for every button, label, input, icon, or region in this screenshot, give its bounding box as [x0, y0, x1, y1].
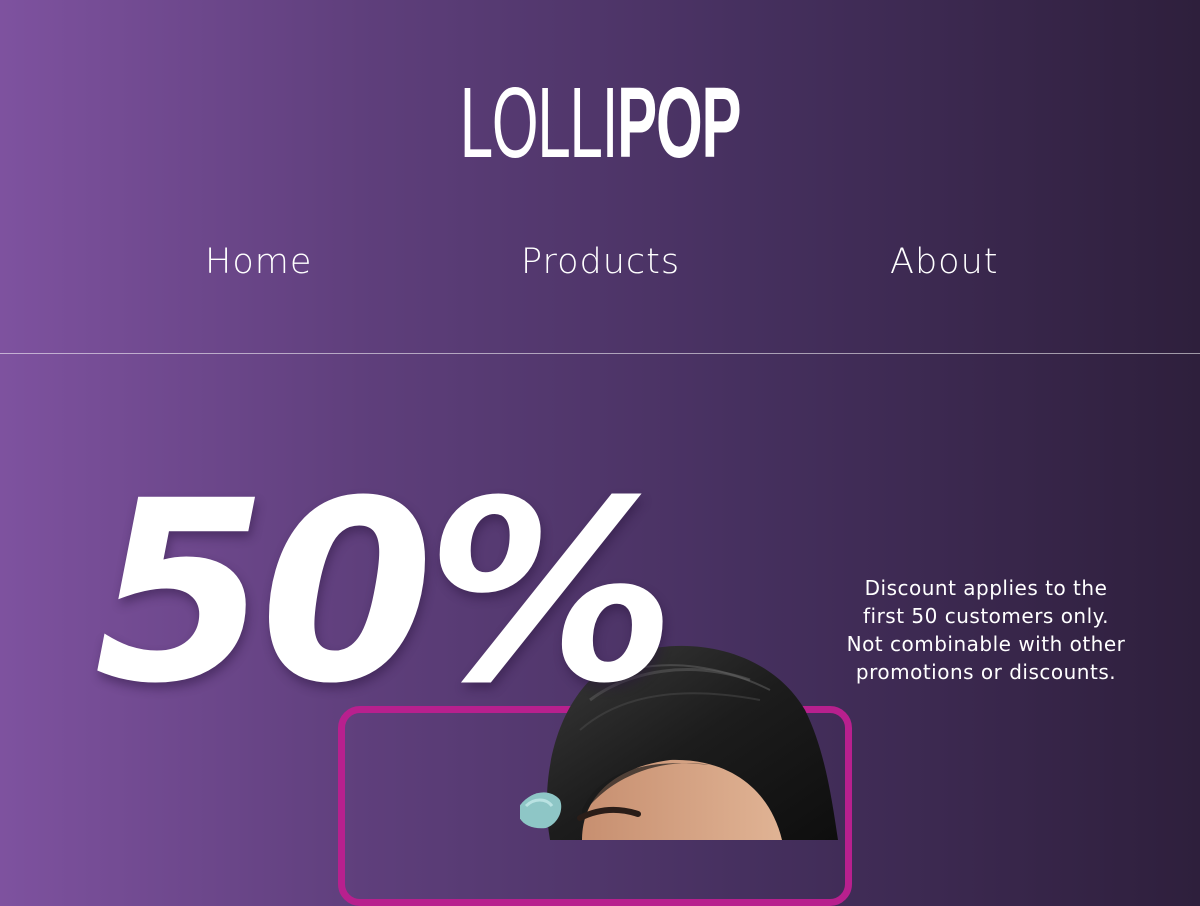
- discount-headline: 50%: [94, 447, 676, 738]
- disclaimer-line: Not combinable with other: [846, 632, 1126, 656]
- logo-text-pop: POP: [617, 67, 741, 179]
- nav-link-products[interactable]: Products: [521, 242, 680, 282]
- discount-disclaimer: Discount applies to the first 50 custome…: [826, 574, 1146, 686]
- brand-logo[interactable]: LOLLIPOP: [240, 68, 960, 178]
- header-divider: [0, 353, 1200, 354]
- nav-link-home[interactable]: Home: [205, 242, 312, 282]
- disclaimer-line: Discount applies to the: [864, 576, 1108, 600]
- logo-text-lolli: LOLLI: [459, 67, 619, 179]
- disclaimer-line: promotions or discounts.: [855, 660, 1117, 684]
- nav-link-about[interactable]: About: [890, 242, 998, 282]
- disclaimer-line: first 50 customers only.: [862, 604, 1109, 628]
- main-nav: Home Products About: [0, 242, 1200, 292]
- site-header: LOLLIPOP Home Products About: [0, 0, 1200, 354]
